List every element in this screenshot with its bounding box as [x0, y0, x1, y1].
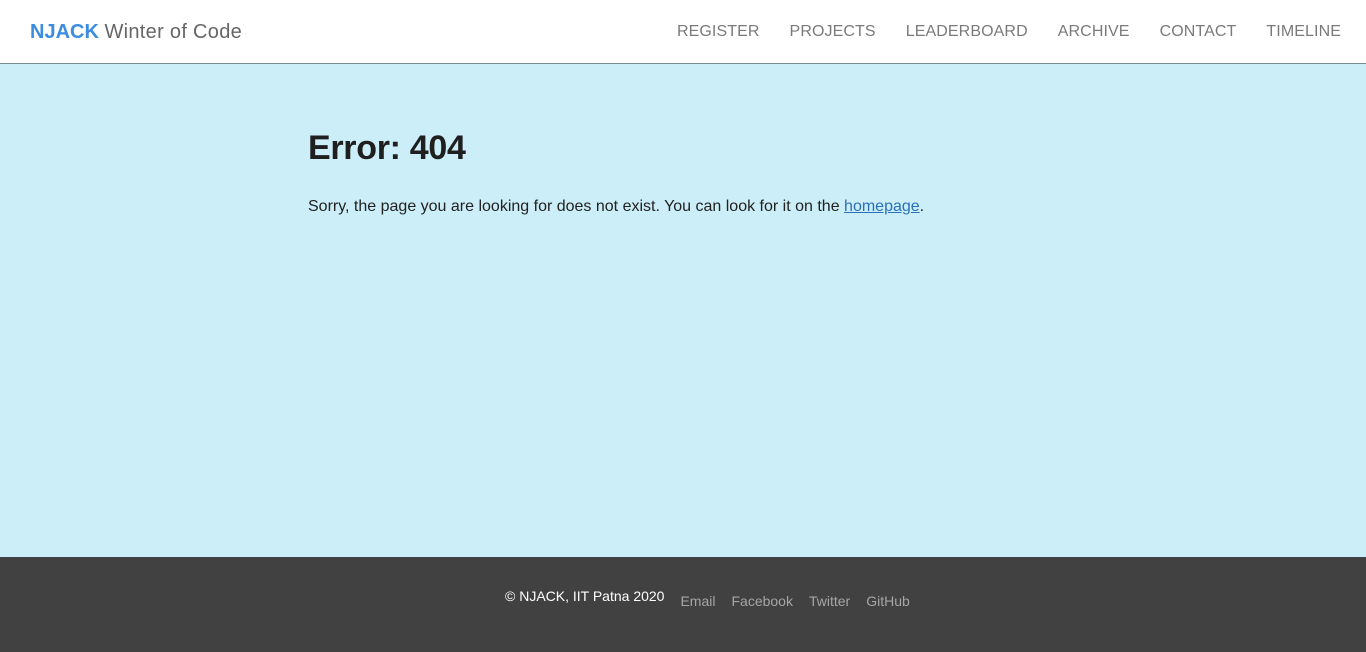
- top-navbar: NJACK Winter of Code REGISTER PROJECTS L…: [0, 0, 1366, 64]
- error-section: Error: 404 Sorry, the page you are looki…: [308, 128, 1068, 218]
- brand-subtitle: Winter of Code: [104, 21, 243, 43]
- footer-link-twitter[interactable]: Twitter: [809, 592, 850, 610]
- nav-item-register: REGISTER: [677, 21, 760, 43]
- nav-link-contact[interactable]: CONTACT: [1160, 23, 1237, 40]
- footer-link-email[interactable]: Email: [680, 592, 715, 610]
- error-message-text: Sorry, the page you are looking for does…: [308, 198, 845, 215]
- nav-link-archive[interactable]: ARCHIVE: [1058, 23, 1130, 40]
- nav-item-archive: ARCHIVE: [1058, 21, 1130, 43]
- nav-item-contact: CONTACT: [1160, 21, 1237, 43]
- nav-item-projects: PROJECTS: [790, 21, 876, 43]
- footer-copyright: © NJACK, IIT Patna 2020: [505, 588, 665, 604]
- nav-item-leaderboard: LEADERBOARD: [906, 21, 1028, 43]
- homepage-link[interactable]: homepage: [844, 198, 920, 215]
- footer-link-github[interactable]: GitHub: [866, 592, 910, 610]
- error-message-suffix: .: [919, 198, 925, 215]
- footer-link-facebook[interactable]: Facebook: [731, 592, 792, 610]
- site-brand-link[interactable]: NJACK Winter of Code: [30, 19, 242, 45]
- footer-inner: © NJACK, IIT Patna 2020 Email Facebook T…: [505, 587, 910, 610]
- nav-link-leaderboard[interactable]: LEADERBOARD: [906, 23, 1028, 40]
- nav-link-register[interactable]: REGISTER: [677, 23, 760, 40]
- nav-link-timeline[interactable]: TIMELINE: [1266, 23, 1341, 40]
- footer-links: Email Facebook Twitter GitHub: [680, 592, 909, 610]
- main-content-area: Error: 404 Sorry, the page you are looki…: [0, 64, 1366, 557]
- brand-name: NJACK: [30, 21, 99, 43]
- error-message: Sorry, the page you are looking for does…: [308, 196, 1068, 218]
- main-nav: REGISTER PROJECTS LEADERBOARD ARCHIVE CO…: [677, 21, 1341, 43]
- nav-item-timeline: TIMELINE: [1266, 21, 1341, 43]
- site-footer: © NJACK, IIT Patna 2020 Email Facebook T…: [0, 557, 1366, 652]
- error-title: Error: 404: [308, 129, 466, 167]
- nav-link-projects[interactable]: PROJECTS: [790, 23, 876, 40]
